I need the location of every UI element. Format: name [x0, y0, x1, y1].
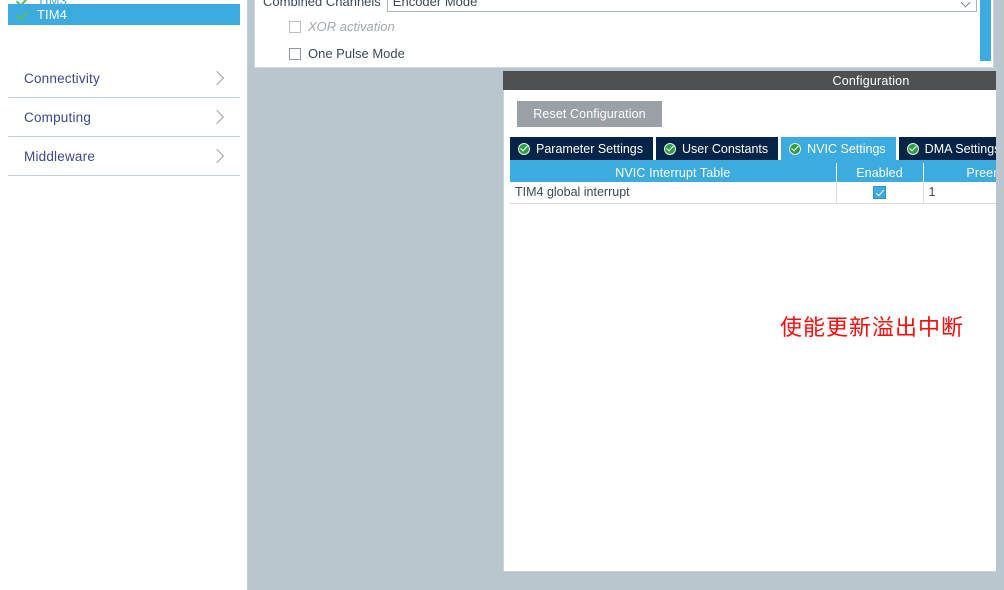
configuration-title-bar: Configuration — [503, 71, 1004, 90]
one-pulse-mode-checkbox[interactable] — [289, 47, 301, 60]
sidebar-item-label: TIM3 — [37, 0, 67, 4]
tab-label: Parameter Settings — [536, 141, 643, 156]
combined-channels-row: Combined Channels Encoder Mode — [263, 0, 977, 12]
check-circle-icon — [789, 142, 802, 155]
sidebar-category-label: Middleware — [24, 148, 96, 164]
check-icon — [16, 0, 29, 4]
check-icon — [16, 8, 29, 21]
enabled-checkbox[interactable] — [873, 186, 886, 200]
column-header-interrupt[interactable]: NVIC Interrupt Table — [510, 163, 837, 182]
cell-preemption-priority[interactable]: 1 — [923, 182, 1004, 204]
chevron-down-icon — [960, 0, 971, 8]
chevron-right-icon — [209, 109, 225, 125]
configuration-tabs: Parameter Settings User Constants NVIC S… — [510, 137, 1004, 160]
column-header-enabled[interactable]: Enabled — [836, 163, 924, 182]
tab-nvic-settings[interactable]: NVIC Settings — [781, 137, 896, 160]
check-circle-icon — [664, 142, 676, 155]
sidebar-item-label: TIM4 — [37, 7, 68, 22]
tab-label: User Constants — [682, 141, 769, 156]
configuration-title: Configuration — [832, 73, 910, 88]
cubemx-window: TIM3 TIM4 Connectivity Computing Middlew… — [0, 0, 1004, 590]
table-header-row: NVIC Interrupt Table Enabled Preemption … — [510, 163, 1004, 182]
sidebar-category-label: Computing — [24, 109, 92, 125]
tab-dma-settings[interactable]: DMA Settings — [898, 137, 1004, 160]
nvic-interrupt-table: NVIC Interrupt Table Enabled Preemption … — [510, 163, 1004, 204]
scrollbar-thumb[interactable] — [980, 0, 991, 61]
check-circle-icon — [518, 142, 530, 155]
combined-channels-label: Combined Channels — [263, 0, 381, 9]
reset-configuration-button[interactable]: Reset Configuration — [517, 101, 662, 127]
peripheral-sidebar: TIM3 TIM4 Connectivity Computing Middlew… — [0, 0, 248, 590]
sidebar-item-tim4[interactable]: TIM4 — [8, 4, 240, 25]
one-pulse-mode-row[interactable]: One Pulse Mode — [289, 46, 405, 61]
cell-interrupt-name: TIM4 global interrupt — [510, 182, 837, 204]
sidebar-category-label: Connectivity — [24, 70, 100, 86]
xor-activation-label: XOR activation — [308, 19, 395, 34]
tab-parameter-settings[interactable]: Parameter Settings — [510, 137, 653, 160]
main-scrollbar[interactable] — [996, 0, 1004, 590]
mode-panel-scrollbar[interactable] — [980, 0, 991, 62]
main-area: Combined Channels Encoder Mode XOR activ… — [248, 0, 1004, 590]
xor-activation-checkbox[interactable] — [289, 20, 301, 33]
one-pulse-mode-label: One Pulse Mode — [308, 46, 405, 61]
chevron-right-icon — [209, 70, 225, 86]
xor-activation-row[interactable]: XOR activation — [289, 19, 395, 34]
tab-label: DMA Settings — [924, 141, 1001, 156]
combined-channels-select[interactable]: Encoder Mode — [386, 0, 977, 12]
column-header-preemption[interactable]: Preemption Priority — [923, 163, 1004, 182]
mode-panel: Combined Channels Encoder Mode XOR activ… — [254, 0, 994, 68]
tab-label: NVIC Settings — [807, 141, 886, 156]
combined-channels-value: Encoder Mode — [392, 0, 478, 9]
sidebar-category-middleware[interactable]: Middleware — [8, 137, 240, 176]
cell-enabled[interactable] — [836, 182, 924, 204]
chevron-right-icon — [209, 148, 225, 164]
table-row[interactable]: TIM4 global interrupt 1 0 — [510, 182, 1004, 204]
annotation-text: 使能更新溢出中断 — [779, 316, 964, 341]
configuration-panel: Reset Configuration Parameter Settings U… — [503, 90, 1004, 572]
sidebar-category-computing[interactable]: Computing — [8, 98, 240, 137]
check-circle-icon — [906, 142, 919, 155]
tab-user-constants[interactable]: User Constants — [656, 137, 779, 160]
sidebar-category-connectivity[interactable]: Connectivity — [8, 59, 240, 98]
